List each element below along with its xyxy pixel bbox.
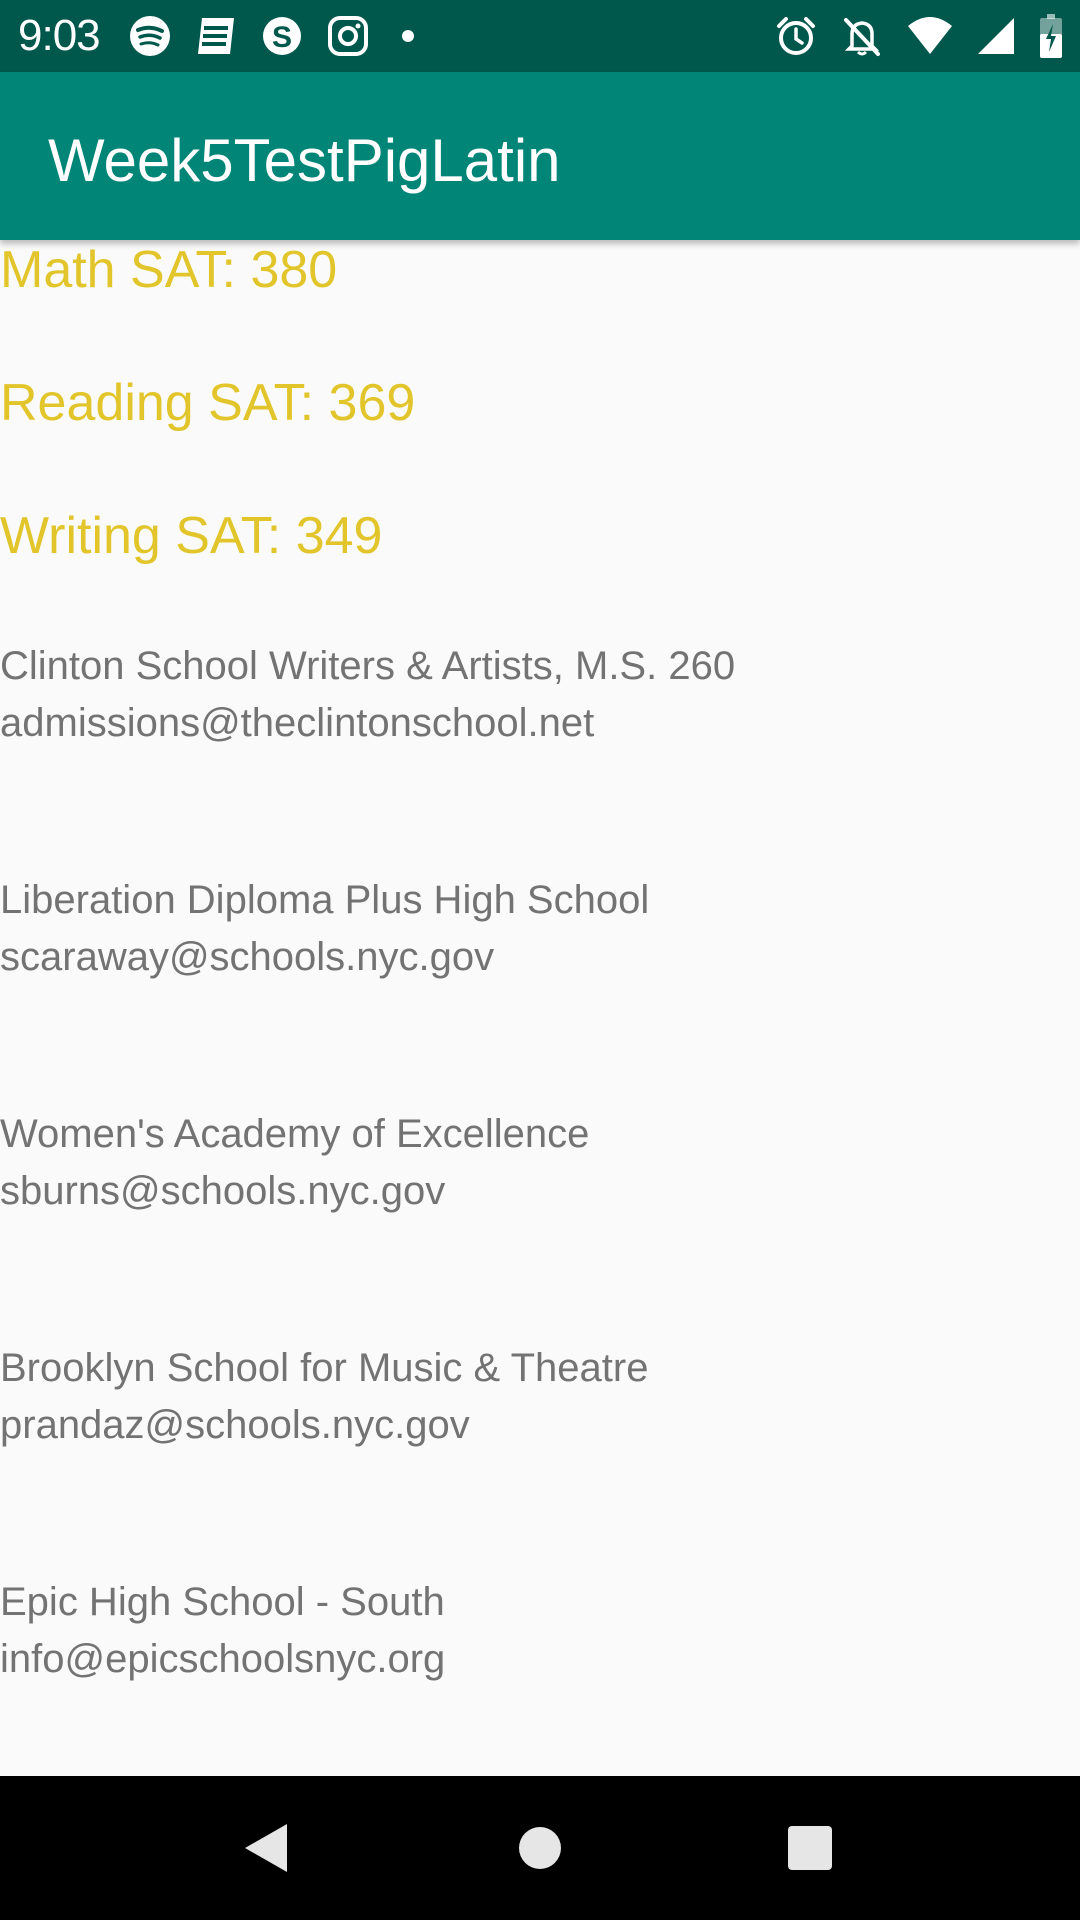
list-item[interactable]: Epic High School - South info@epicschool… [0,1574,445,1688]
writing-sat-score: Writing SAT: 349 [0,507,383,565]
reading-sat-score: Reading SAT: 369 [0,374,416,432]
alarm-icon [774,12,818,60]
school-email: admissions@theclintonschool.net [0,701,595,745]
school-name: Brooklyn School for Music & Theatre [0,1346,649,1390]
math-sat-score: Math SAT: 380 [0,241,338,299]
recents-icon [788,1826,832,1870]
notification-dot-icon [402,30,414,42]
notifications-off-icon [840,12,884,60]
svg-text:S: S [272,21,292,54]
home-button[interactable] [504,1812,576,1884]
status-bar: 9:03 S [0,0,1080,72]
recents-button[interactable] [774,1812,846,1884]
list-item[interactable]: Brooklyn School for Music & Theatre pran… [0,1340,648,1454]
school-name: Clinton School Writers & Artists, M.S. 2… [0,644,736,688]
navigation-bar [0,1776,1080,1920]
school-email: prandaz@schools.nyc.gov [0,1403,470,1447]
signal-icon [976,12,1016,60]
status-system-icons [752,12,1064,60]
instagram-icon [324,12,372,60]
home-icon [519,1827,561,1869]
school-email: info@epicschoolsnyc.org [0,1637,446,1681]
list-item[interactable]: Clinton School Writers & Artists, M.S. 2… [0,638,735,752]
status-notification-icons: S [126,12,414,60]
app-title: Week5TestPigLatin [48,127,561,194]
app-bar: Week5TestPigLatin [0,72,1080,240]
school-email: sburns@schools.nyc.gov [0,1169,446,1213]
back-button[interactable] [230,1812,302,1884]
school-email: scaraway@schools.nyc.gov [0,935,495,979]
skype-icon: S [258,12,306,60]
list-item[interactable]: Liberation Diploma Plus High School scar… [0,872,649,986]
school-name: Liberation Diploma Plus High School [0,878,650,922]
school-name: Women's Academy of Excellence [0,1112,590,1156]
content-area[interactable]: Math SAT: 380 Reading SAT: 369 Writing S… [0,240,1080,1776]
spotify-icon [126,12,174,60]
status-time: 9:03 [18,11,101,60]
battery-charging-icon [1038,12,1064,60]
wifi-icon [906,12,954,60]
school-name: Epic High School - South [0,1580,445,1624]
list-item[interactable]: Women's Academy of Excellence sburns@sch… [0,1106,589,1220]
back-icon [245,1824,287,1872]
news-icon [192,12,240,60]
